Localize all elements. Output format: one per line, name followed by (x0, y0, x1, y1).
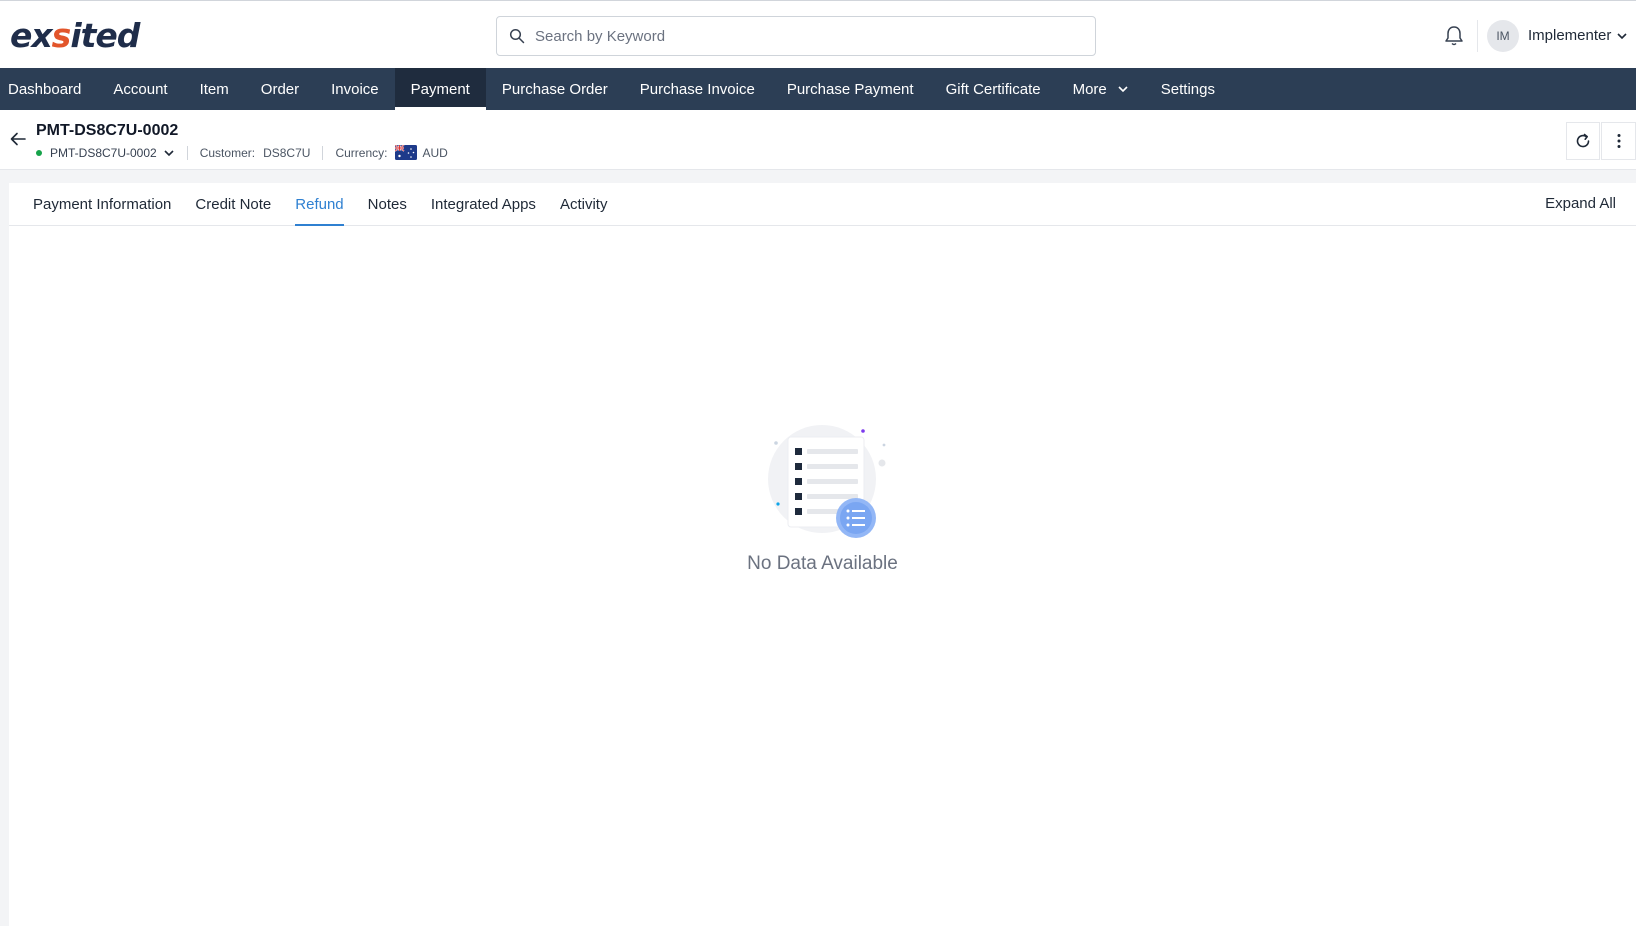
chevron-down-icon[interactable] (1616, 30, 1628, 42)
meta-separator (322, 145, 324, 160)
nav-label: Purchase Order (501, 80, 608, 98)
nav-label: Order (260, 80, 300, 98)
tab-label: Payment Information (33, 195, 172, 213)
record-id-select[interactable]: PMT-DS8C7U-0002 (50, 146, 157, 160)
refresh-icon (1576, 133, 1590, 148)
nav-item-dashboard[interactable]: Dashboard (0, 68, 97, 110)
tab-label: Refund (295, 195, 344, 213)
currency-label: Currency: (335, 145, 388, 160)
tab-refund[interactable]: Refund (283, 183, 355, 226)
nav-item-purchase-invoice[interactable]: Purchase Invoice (624, 68, 771, 110)
more-options-button[interactable] (1601, 122, 1636, 160)
nav-item-purchase-order[interactable]: Purchase Order (486, 68, 624, 110)
tab-label: Notes (367, 195, 407, 213)
currency-value: AUD (422, 145, 448, 160)
nav-label: Purchase Invoice (639, 80, 755, 98)
notification-bell-icon[interactable] (1443, 24, 1465, 48)
tab-activity[interactable]: Activity (548, 183, 620, 225)
customer-label: Customer: (199, 145, 256, 160)
nav-label: Purchase Payment (786, 80, 914, 98)
record-title: PMT-DS8C7U-0002 (36, 122, 179, 139)
nav-item-order[interactable]: Order (245, 68, 315, 110)
header-divider (1477, 20, 1478, 52)
chevron-down-icon[interactable] (163, 147, 175, 159)
nav-label: Invoice (331, 80, 379, 98)
record-meta: PMT-DS8C7U-0002 Customer: DS8C7U Currenc… (36, 145, 448, 160)
status-dot (36, 149, 42, 156)
nav-label: More (1072, 80, 1107, 98)
app-header: exsited IM Implementer (0, 4, 1636, 68)
nav-label: Dashboard (8, 80, 82, 98)
user-avatar[interactable]: IM (1487, 20, 1519, 52)
nav-label: Gift Certificate (945, 80, 1041, 98)
tab-integrated-apps[interactable]: Integrated Apps (419, 183, 548, 225)
nav-item-payment[interactable]: Payment (394, 68, 487, 110)
nav-item-account[interactable]: Account (97, 68, 183, 110)
chevron-down-icon (1118, 86, 1128, 93)
search-icon (509, 28, 525, 44)
nav-label: Settings (1160, 80, 1215, 98)
exsited-logo[interactable]: ex s ited (10, 14, 140, 56)
kebab-menu-icon (1617, 134, 1620, 148)
search-input[interactable] (535, 27, 1075, 45)
nav-item-settings[interactable]: Settings (1145, 68, 1231, 110)
tab-bar: Payment Information Credit Note Refund N… (9, 183, 1636, 226)
back-arrow-icon[interactable] (9, 130, 27, 148)
nav-label: Item (199, 80, 229, 98)
tab-notes[interactable]: Notes (356, 183, 419, 225)
australia-flag-icon (395, 145, 418, 160)
tab-payment-information[interactable]: Payment Information (21, 183, 183, 225)
empty-state: No Data Available (9, 423, 1636, 575)
tab-credit-note[interactable]: Credit Note (183, 183, 283, 225)
search-box[interactable] (496, 16, 1096, 56)
refresh-button[interactable] (1566, 122, 1600, 160)
record-header: PMT-DS8C7U-0002 PMT-DS8C7U-0002 Customer… (0, 110, 1636, 170)
meta-separator (186, 145, 188, 160)
expand-all-button[interactable]: Expand All (1545, 195, 1616, 212)
empty-list-illustration-icon (767, 425, 885, 538)
user-name[interactable]: Implementer (1528, 27, 1611, 44)
detail-panel: Payment Information Credit Note Refund N… (9, 183, 1636, 926)
nav-item-gift-certificate[interactable]: Gift Certificate (930, 68, 1057, 110)
tab-label: Activity (559, 195, 608, 213)
empty-state-message: No Data Available (747, 553, 898, 574)
customer-value: DS8C7U (263, 145, 311, 160)
main-nav: Dashboard Account Item Order Invoice Pay… (0, 68, 1636, 110)
nav-label: Payment (410, 80, 470, 98)
nav-item-invoice[interactable]: Invoice (315, 68, 395, 110)
nav-item-item[interactable]: Item (184, 68, 245, 110)
nav-item-more[interactable]: More (1057, 68, 1145, 110)
nav-item-purchase-payment[interactable]: Purchase Payment (771, 68, 930, 110)
tab-label: Credit Note (195, 195, 272, 213)
tab-label: Integrated Apps (430, 195, 536, 213)
nav-label: Account (113, 80, 168, 98)
